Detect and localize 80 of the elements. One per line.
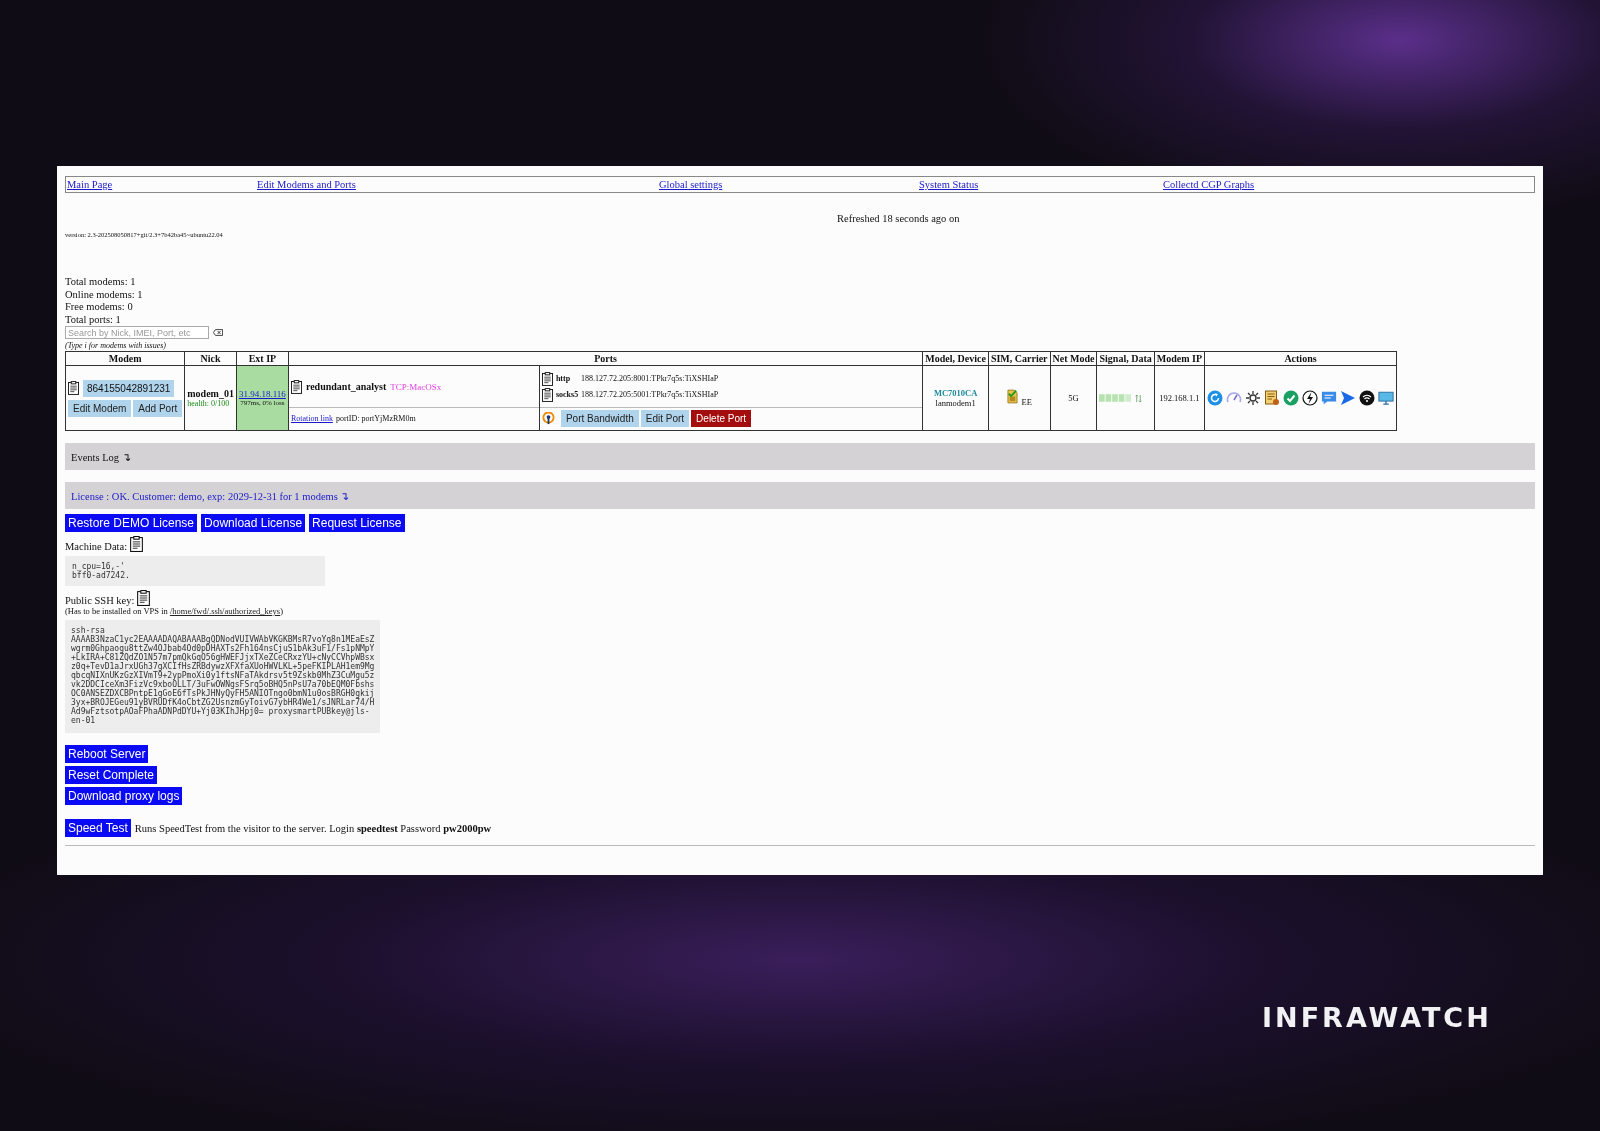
proxy-address: 188.127.72.205:5001:TPkr7q5s:TiXSHIaP bbox=[580, 390, 719, 399]
net-mode: 5G bbox=[1050, 365, 1097, 431]
signal-bars-drawing bbox=[1099, 393, 1132, 403]
column-header: Modem bbox=[65, 351, 185, 366]
column-header: Ports bbox=[288, 351, 923, 366]
modem-nick: modem_01 bbox=[187, 388, 234, 399]
port-protocol: http bbox=[555, 374, 572, 383]
column-header: Ext IP bbox=[236, 351, 289, 366]
stat-line: Total modems: 1 bbox=[65, 276, 137, 289]
search-field[interactable]: Search by Nick, IMEI, Port, etc bbox=[65, 326, 209, 339]
stat-line: Total ports: 1 bbox=[65, 313, 122, 326]
monitor-icon[interactable] bbox=[1378, 390, 1394, 406]
machine-data-label: Machine Data: bbox=[65, 541, 128, 552]
certificate-icon[interactable] bbox=[1264, 390, 1280, 406]
port-action-button[interactable]: Port Bandwidth bbox=[560, 410, 639, 427]
wifi-icon[interactable] bbox=[1359, 390, 1375, 406]
license-button[interactable]: Download License bbox=[201, 514, 306, 532]
keyhole-icon[interactable] bbox=[541, 412, 555, 425]
license-button[interactable]: Request License bbox=[309, 514, 405, 532]
column-header: Net Mode bbox=[1050, 351, 1097, 366]
search-hint: (Type i for modems with issues) bbox=[65, 341, 167, 350]
stat-line: Free modems: 0 bbox=[65, 301, 134, 314]
modem-ip: 192.168.1.1 bbox=[1154, 365, 1205, 431]
carrier-name: EE bbox=[1021, 396, 1032, 407]
proxy-address: 188.127.72.205:8001:TPkr7q5s:TiXSHIaP bbox=[580, 374, 719, 383]
nav-link[interactable]: Global settings bbox=[659, 179, 723, 190]
column-header: Nick bbox=[184, 351, 237, 366]
speed-test-info: Runs SpeedTest from the visitor to the server. Login speedtest Password pw2000pw bbox=[134, 822, 492, 834]
refresh-icon[interactable] bbox=[1207, 390, 1223, 406]
nav-link[interactable]: Collectd CGP Graphs bbox=[1163, 179, 1255, 190]
modem-action-button[interactable]: Edit Modem bbox=[68, 399, 132, 417]
speed-test-button[interactable]: Speed Test bbox=[65, 819, 131, 837]
column-header: Actions bbox=[1204, 351, 1397, 366]
stat-line: Online modems: 1 bbox=[65, 288, 144, 301]
clipboard-icon[interactable] bbox=[541, 387, 553, 402]
nav-link[interactable]: Main Page bbox=[67, 179, 113, 190]
ssh-key-block: ssh-rsa AAAAB3NzaC1yc2EAAAADAQABAAABgQDNodVUIVWAbVKGKBMsR7voYq8n1MEaEsZ wgrm0Ghpaogu8ttZw4OJbab4Od0pDHAXTs2Fh164nsCjuS1bAk3uF1/Fs1pNMpY +LkIRA+C81ZQdZO1N57m7pmQkGqO56gHWEFJjxTXeZCeCRxzYU+cNyCCVhpWBsx z0q+TevD1aJrxUGh37gXCIfHsZRBdywzXFXfaXUoHWVLKL+5peFKIPLAH1em9Mg qbcqNIXnUKzGzXIVmT9+2ypPmoXi0y1ftsNFaTAkdrsv5t9Zskb0MhZ3CuMgu5z vk2DDCIceXm3FizVc9xboOLLT/3uFwOWNgsFSrq5oBHQ5nPsU7a70bEQM0Fbshs OC0ANSEZDXCBPntpE1gGoE6fTsPkJHNyQyFH5ANIOTngo0bmN1u0osBRGH0gkij 3yx+BROJEGeu91yBVRUDfK4oCbtZG2UsnzmGyToivG7ybHR4We1/sJNRLar74/H Ad9wFztsotpAOaFPhaADNPdDYU+Yj03KIhJHpj0= proxysmartPUBkey@jls- en-01 bbox=[65, 620, 381, 733]
clipboard-icon[interactable] bbox=[68, 381, 79, 395]
imei-badge: 864155042891231 bbox=[83, 379, 175, 397]
license-bar[interactable]: License : OK. Customer: demo, exp: 2029-12-31 for 1 modems ↴ bbox=[65, 482, 1535, 509]
modem-model: MC7010CA bbox=[932, 388, 979, 398]
port-protocol: socks5 bbox=[555, 390, 578, 399]
modem-action-button[interactable]: Add Port bbox=[133, 399, 183, 417]
lightning-icon[interactable] bbox=[1302, 390, 1318, 406]
events-log-toggle[interactable]: Events Log ↴ bbox=[71, 450, 131, 463]
nav-link[interactable]: Edit Modems and Ports bbox=[257, 179, 356, 190]
nav-link[interactable]: System Status bbox=[919, 179, 979, 190]
license-status[interactable]: License : OK. Customer: demo, exp: 2029-12-31 for 1 modems ↴ bbox=[71, 489, 350, 502]
clipboard-icon[interactable] bbox=[130, 536, 144, 552]
port-tag: TCP:MacOSx bbox=[390, 381, 442, 392]
column-header: Modem IP bbox=[1154, 351, 1205, 366]
gear-icon[interactable] bbox=[1245, 390, 1261, 406]
port-action-button[interactable]: Delete Port bbox=[691, 410, 752, 427]
install-note: (Has to be installed on VPS in /home/fwd/.ssh/authorized_keys) bbox=[65, 606, 284, 616]
send-icon[interactable] bbox=[1340, 390, 1356, 406]
port-action-button[interactable]: Edit Port bbox=[640, 410, 690, 427]
license-button[interactable]: Restore DEMO License bbox=[65, 514, 198, 532]
column-header: Model, Device bbox=[922, 351, 989, 366]
server-button[interactable]: Reset Complete bbox=[65, 766, 158, 784]
clipboard-icon[interactable] bbox=[137, 590, 151, 606]
server-button[interactable]: Reboot Server bbox=[65, 745, 149, 763]
clipboard-icon[interactable] bbox=[290, 379, 302, 394]
refresh-status: Refreshed 18 seconds ago on bbox=[837, 213, 961, 224]
brand-logo: INFRAWATCH bbox=[1262, 1002, 1492, 1033]
ssh-key-label: Public SSH key: bbox=[65, 595, 135, 606]
server-button[interactable]: Download proxy logs bbox=[65, 787, 183, 805]
ext-ip-link[interactable]: 31.94.18.116 bbox=[238, 389, 286, 399]
rotation-link[interactable]: Rotation link bbox=[290, 414, 333, 423]
machine-data-block: n_cpu=16,-' bff0-ad7242. bbox=[65, 556, 325, 586]
port-id: portID: portYjMzRM0m bbox=[335, 414, 416, 423]
sim-card-icon bbox=[1006, 389, 1018, 405]
check-icon[interactable] bbox=[1283, 390, 1299, 406]
column-header: Signal, Data bbox=[1097, 351, 1155, 366]
data-transfer-icon bbox=[1135, 393, 1143, 403]
device-name: lanmodem1 bbox=[934, 398, 977, 408]
clear-icon[interactable] bbox=[213, 329, 223, 336]
events-log-bar[interactable]: Events Log ↴ bbox=[65, 443, 1535, 470]
health-text: health: 0/100 bbox=[187, 399, 231, 408]
port-name: redundant_analyst bbox=[305, 381, 387, 392]
column-header: SIM, Carrier bbox=[988, 351, 1051, 366]
